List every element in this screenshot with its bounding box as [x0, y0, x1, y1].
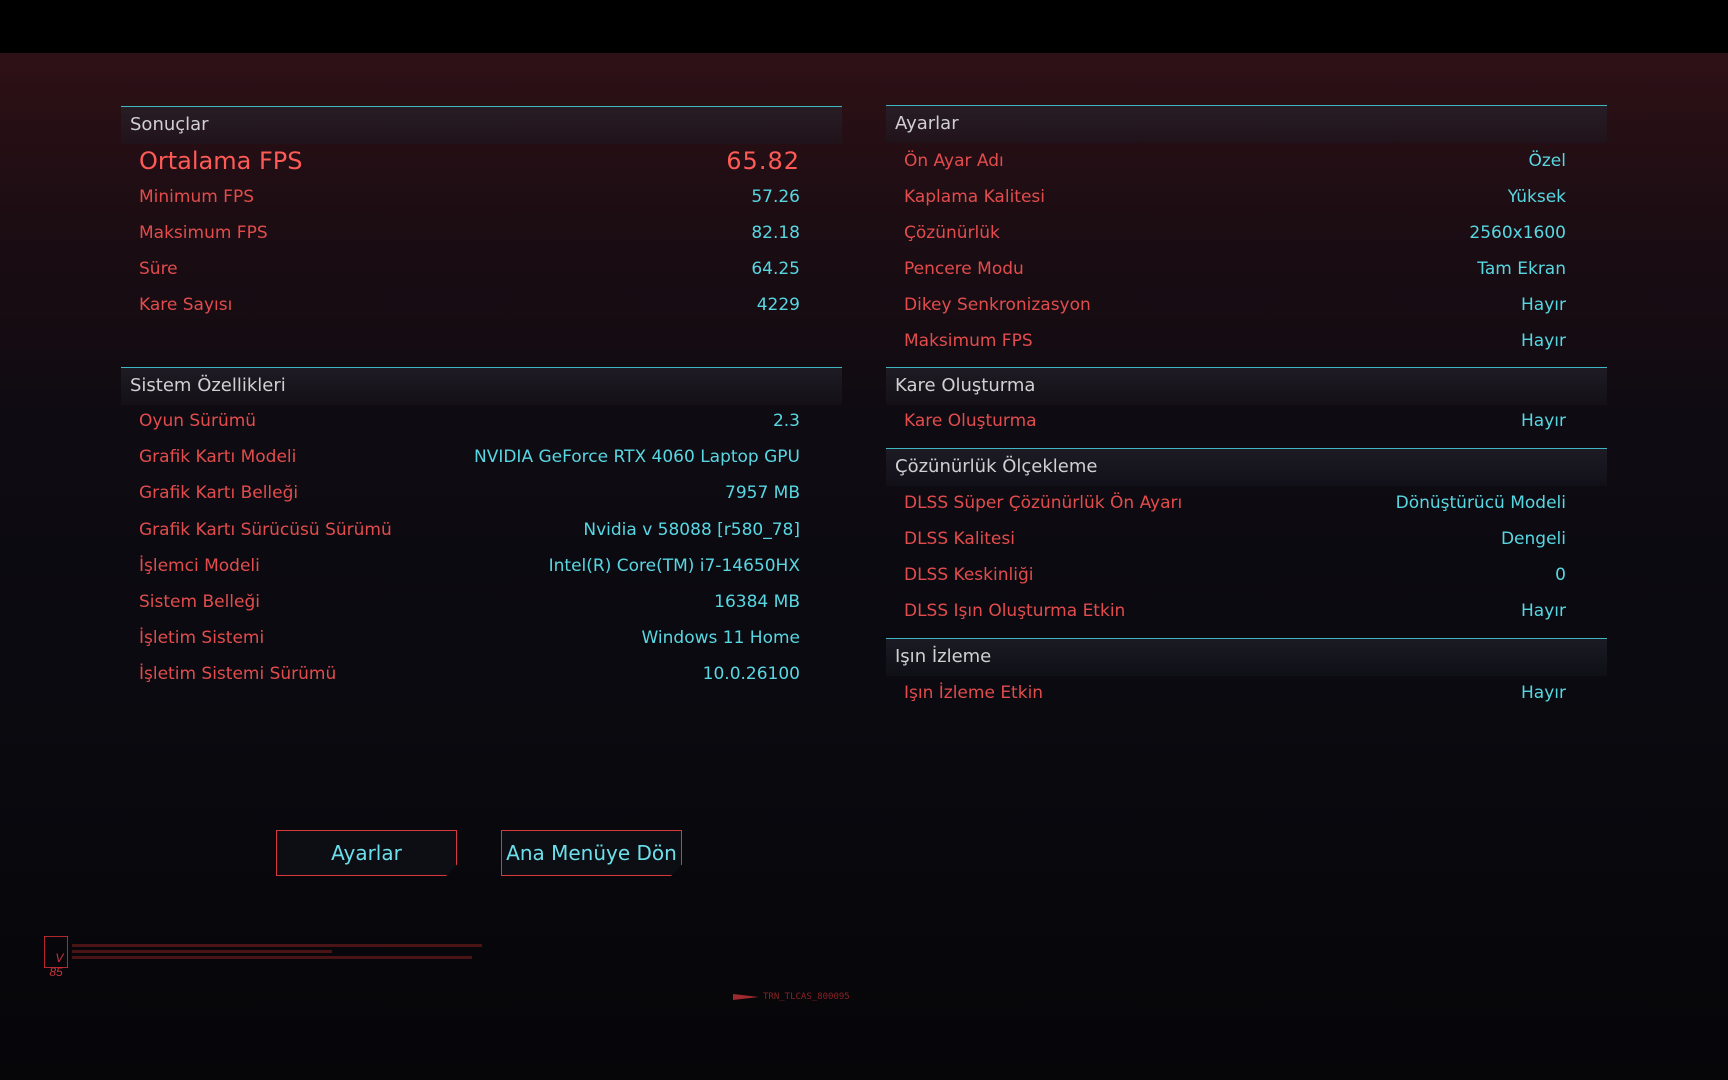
row-value: Tam Ekran	[1477, 259, 1566, 279]
raytracing-title: Işın İzleme	[895, 646, 992, 667]
row-label: DLSS Süper Çözünürlük Ön Ayarı	[904, 493, 1183, 513]
row-label: Grafik Kartı Modeli	[139, 447, 297, 467]
row-value: Yüksek	[1507, 187, 1566, 207]
results-header: Sonuçlar	[121, 106, 842, 144]
row-label: İşletim Sistemi	[139, 628, 265, 648]
row-value: 2.3	[772, 411, 800, 431]
row-label: DLSS Işın Oluşturma Etkin	[904, 601, 1126, 621]
row-value: Dönüştürücü Modeli	[1395, 493, 1566, 513]
letterbox-top	[0, 0, 1728, 53]
settings-row: Kaplama Kalitesi Yüksek	[904, 182, 1566, 212]
row-value: 0	[1555, 565, 1566, 585]
settings-header: Ayarlar	[886, 105, 1607, 143]
results-row-duration: Süre 64.25	[139, 254, 800, 284]
row-value: Hayır	[1521, 295, 1566, 315]
row-value: Windows 11 Home	[641, 628, 800, 648]
raytracing-header: Işın İzleme	[886, 638, 1607, 676]
row-label: Pencere Modu	[904, 259, 1024, 279]
row-value: 7957 MB	[725, 483, 800, 503]
row-label: Oyun Sürümü	[139, 411, 257, 431]
row-label: Kaplama Kalitesi	[904, 187, 1045, 207]
row-value: 64.25	[751, 259, 800, 279]
scaling-row: DLSS Keskinliği 0	[904, 560, 1566, 590]
system-row: İşlemci Modeli Intel(R) Core(TM) i7-1465…	[139, 551, 800, 581]
system-row: İşletim Sistemi Sürümü 10.0.26100	[139, 659, 800, 689]
row-value: 82.18	[751, 223, 800, 243]
scaling-row: DLSS Kalitesi Dengeli	[904, 524, 1566, 554]
row-label: Dikey Senkronizasyon	[904, 295, 1091, 315]
row-value: 65.82	[726, 147, 800, 175]
results-row-max-fps: Maksimum FPS 82.18	[139, 218, 800, 248]
results-row-frame-count: Kare Sayısı 4229	[139, 290, 800, 320]
row-label: Minimum FPS	[139, 187, 255, 207]
settings-title: Ayarlar	[895, 113, 959, 134]
row-value: 16384 MB	[714, 592, 800, 612]
row-label: Süre	[139, 259, 178, 279]
scaling-row: DLSS Işın Oluşturma Etkin Hayır	[904, 596, 1566, 626]
system-row: İşletim Sistemi Windows 11 Home	[139, 623, 800, 653]
row-label: Çözünürlük	[904, 223, 1000, 243]
row-value: Hayır	[1521, 331, 1566, 351]
row-label: Grafik Kartı Sürücüsü Sürümü	[139, 520, 392, 540]
row-label: DLSS Keskinliği	[904, 565, 1034, 585]
row-label: Işın İzleme Etkin	[904, 683, 1044, 703]
row-value: NVIDIA GeForce RTX 4060 Laptop GPU	[473, 447, 800, 467]
version-logo: V 85	[44, 936, 68, 979]
row-label: Ön Ayar Adı	[904, 151, 1004, 171]
row-value: Hayır	[1521, 683, 1566, 703]
row-label: Sistem Belleği	[139, 592, 261, 612]
settings-row: Pencere Modu Tam Ekran	[904, 254, 1566, 284]
frame-gen-title: Kare Oluşturma	[895, 375, 1036, 396]
settings-row: Maksimum FPS Hayır	[904, 326, 1566, 356]
system-header: Sistem Özellikleri	[121, 367, 842, 405]
system-row: Grafik Kartı Sürücüsü Sürümü Nvidia v 58…	[139, 515, 800, 545]
row-label: Grafik Kartı Belleği	[139, 483, 299, 503]
fine-print-line	[72, 950, 332, 953]
results-title: Sonuçlar	[130, 114, 209, 135]
row-label: Ortalama FPS	[139, 147, 303, 175]
frame-gen-header: Kare Oluşturma	[886, 367, 1607, 405]
build-code: TRN_TLCAS_800095	[763, 992, 850, 1002]
row-value: Nvidia v 58088 [r580_78]	[583, 520, 800, 540]
row-label: DLSS Kalitesi	[904, 529, 1015, 549]
row-value: Özel	[1528, 151, 1567, 171]
main-menu-button[interactable]: Ana Menüye Dön	[501, 830, 682, 876]
frame-gen-row: Kare Oluşturma Hayır	[904, 406, 1566, 436]
row-value: Hayır	[1521, 411, 1566, 431]
row-value: 57.26	[751, 187, 800, 207]
row-label: Maksimum FPS	[904, 331, 1033, 351]
row-value: 10.0.26100	[702, 664, 800, 684]
row-value: 4229	[756, 295, 800, 315]
raytracing-row: Işın İzleme Etkin Hayır	[904, 678, 1566, 708]
results-row-avg-fps: Ortalama FPS 65.82	[139, 144, 800, 178]
system-title: Sistem Özellikleri	[130, 375, 286, 396]
row-value: Hayır	[1521, 601, 1566, 621]
arrow-marker-icon	[733, 994, 759, 1000]
row-value: Intel(R) Core(TM) i7-14650HX	[548, 556, 800, 576]
settings-row: Dikey Senkronizasyon Hayır	[904, 290, 1566, 320]
system-row: Oyun Sürümü 2.3	[139, 406, 800, 436]
row-label: Kare Sayısı	[139, 295, 233, 315]
settings-button[interactable]: Ayarlar	[276, 830, 457, 876]
system-row: Grafik Kartı Modeli NVIDIA GeForce RTX 4…	[139, 442, 800, 472]
settings-row: Ön Ayar Adı Özel	[904, 146, 1566, 176]
main-menu-button-label: Ana Menüye Dön	[506, 841, 677, 865]
row-value: 2560x1600	[1469, 223, 1566, 243]
scaling-title: Çözünürlük Ölçekleme	[895, 456, 1098, 477]
settings-row: Çözünürlük 2560x1600	[904, 218, 1566, 248]
row-value: Dengeli	[1500, 529, 1566, 549]
row-label: Kare Oluşturma	[904, 411, 1037, 431]
row-label: Maksimum FPS	[139, 223, 268, 243]
system-row: Sistem Belleği 16384 MB	[139, 587, 800, 617]
version-logo-text: V 85	[49, 951, 64, 979]
row-label: İşlemci Modeli	[139, 556, 260, 576]
settings-button-label: Ayarlar	[331, 841, 402, 865]
system-row: Grafik Kartı Belleği 7957 MB	[139, 478, 800, 508]
fine-print-line	[72, 944, 482, 947]
scaling-row: DLSS Süper Çözünürlük Ön Ayarı Dönüştürü…	[904, 488, 1566, 518]
scaling-header: Çözünürlük Ölçekleme	[886, 448, 1607, 486]
row-label: İşletim Sistemi Sürümü	[139, 664, 337, 684]
results-row-min-fps: Minimum FPS 57.26	[139, 182, 800, 212]
fine-print-line	[72, 956, 472, 959]
